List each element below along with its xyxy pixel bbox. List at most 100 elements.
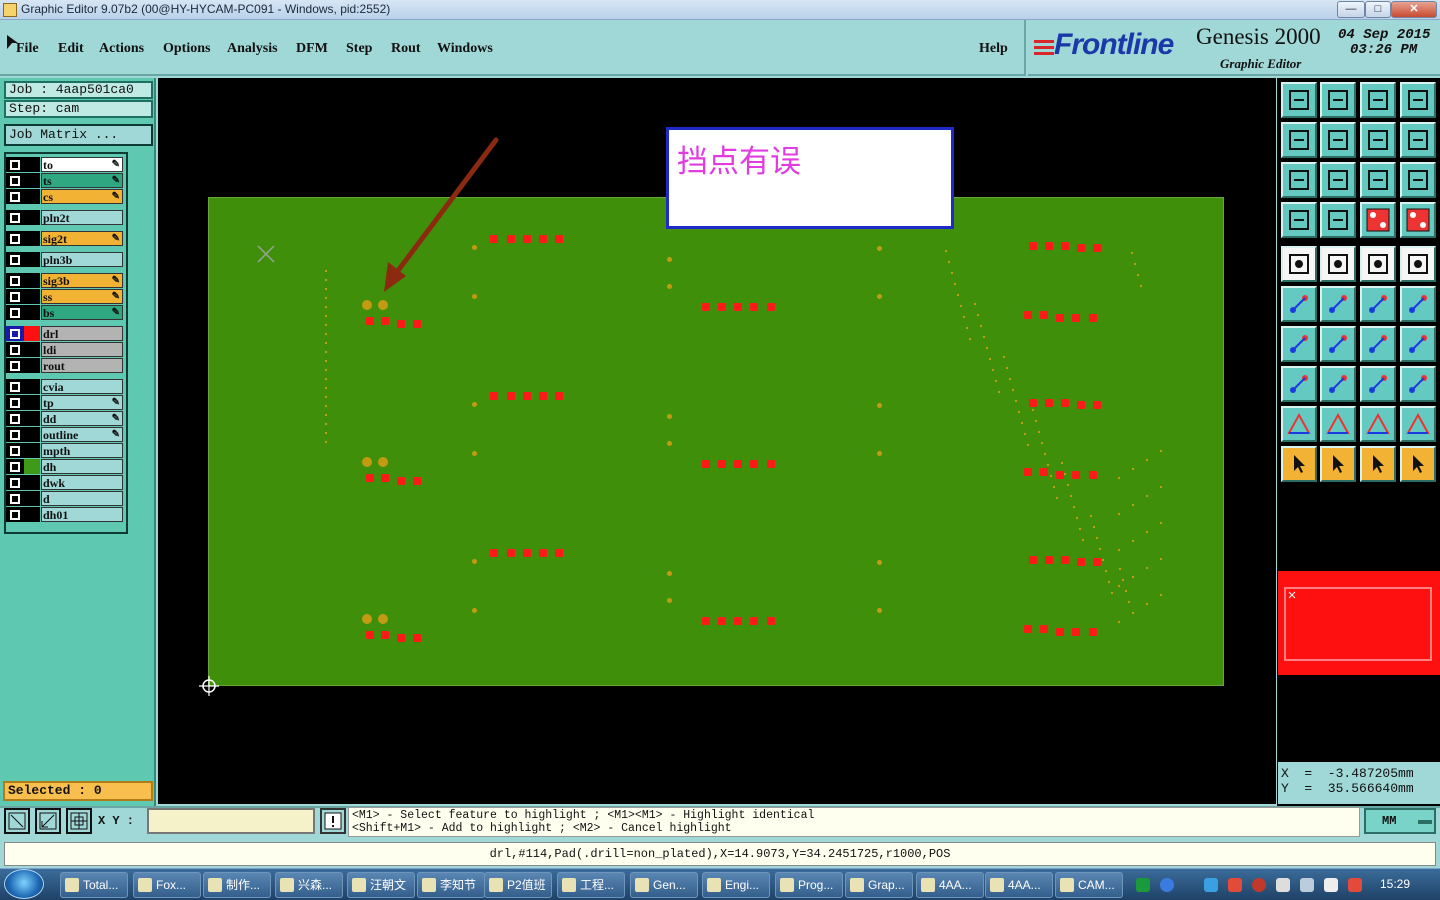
layer-checkbox[interactable] [6,326,24,341]
smd-pad[interactable] [1089,314,1097,322]
layer-color-swatch[interactable] [24,443,40,458]
smd-pad[interactable] [1077,558,1085,566]
tool-text-button[interactable] [1400,326,1436,362]
layer-name[interactable]: outline ✎ [41,427,123,442]
via[interactable] [667,414,672,419]
layer-row-to[interactable]: to ✎ [6,157,124,172]
xy-input[interactable] [147,808,315,834]
smd-pad[interactable] [1077,244,1085,252]
layer-row-ss[interactable]: ss ✎ [6,289,124,304]
menu-step[interactable]: Step [346,41,372,57]
tray-app2-icon[interactable] [1276,878,1290,892]
layer-checkbox[interactable] [6,342,24,357]
layer-checkbox[interactable] [6,289,24,304]
tool-arc-button[interactable] [1360,326,1396,362]
via[interactable] [472,608,477,613]
smd-pad[interactable] [750,303,758,311]
units-select[interactable]: MM [1364,808,1436,834]
menu-edit[interactable]: Edit [58,41,84,57]
menu-dfm[interactable]: DFM [296,41,328,57]
smd-pad[interactable] [1024,311,1032,319]
smd-pad[interactable] [507,392,515,400]
zoom-area-button[interactable] [35,808,61,834]
smd-pad[interactable] [718,460,726,468]
layer-row-tp[interactable]: tp ✎ [6,395,124,410]
menu-windows[interactable]: Windows [437,41,493,57]
smd-pad[interactable] [490,549,498,557]
layer-checkbox[interactable] [6,443,24,458]
taskbar-item[interactable]: Gen... [630,872,698,898]
smd-pad[interactable] [490,392,498,400]
smd-pad[interactable] [523,392,531,400]
smd-pad[interactable] [1093,244,1101,252]
via[interactable] [667,598,672,603]
taskbar-item[interactable]: Grap... [845,872,913,898]
taskbar-item[interactable]: 工程... [557,872,625,898]
tool-triangle-button[interactable] [1281,406,1317,442]
layer-checkbox[interactable] [6,507,24,522]
layer-name[interactable]: pln3b [41,252,123,267]
smd-pad[interactable] [1072,471,1080,479]
smd-pad[interactable] [702,303,710,311]
taskbar-item[interactable]: 汪朝文 [347,872,415,898]
via[interactable] [877,608,882,613]
smd-pad[interactable] [413,634,421,642]
taskbar-item[interactable]: 制作... [203,872,271,898]
taskbar-item[interactable]: 兴森... [275,872,343,898]
via[interactable] [667,284,672,289]
drill-hole[interactable] [378,300,388,310]
via[interactable] [472,402,477,407]
layer-row-ts[interactable]: ts ✎ [6,173,124,188]
via[interactable] [877,560,882,565]
drill-hole[interactable] [362,300,372,310]
tray-volume-icon[interactable] [1324,878,1338,892]
layer-row-dd[interactable]: dd ✎ [6,411,124,426]
via[interactable] [472,559,477,564]
layer-checkbox[interactable] [6,273,24,288]
layer-color-swatch[interactable] [24,289,40,304]
via[interactable] [667,441,672,446]
smd-pad[interactable] [397,320,405,328]
smd-pad[interactable] [767,460,775,468]
smd-pad[interactable] [767,617,775,625]
taskbar-item[interactable]: Total... [60,872,128,898]
menu-help[interactable]: Help [979,41,1008,57]
tool-select-path-button[interactable] [1400,446,1436,482]
layer-checkbox[interactable] [6,358,24,373]
layer-row-dh01[interactable]: dh01 [6,507,124,522]
via[interactable] [667,257,672,262]
layer-color-swatch[interactable] [24,210,40,225]
smd-pad[interactable] [413,320,421,328]
layer-row-d[interactable]: d [6,491,124,506]
tool-line-button[interactable] [1281,326,1317,362]
layer-row-sig2t[interactable]: sig2t ✎ [6,231,124,246]
layer-row-bs[interactable]: bs ✎ [6,305,124,320]
maximize-button[interactable]: □ [1365,1,1391,18]
smd-pad[interactable] [767,303,775,311]
menu-file[interactable]: File [16,41,39,57]
layer-color-swatch[interactable] [24,157,40,172]
tool-snap-button[interactable] [1281,246,1317,282]
layer-name[interactable]: cvia [41,379,123,394]
layer-name[interactable]: cs ✎ [41,189,123,204]
smd-pad[interactable] [1045,242,1053,250]
layer-name[interactable]: mpth [41,443,123,458]
tool-scale-button[interactable] [1360,162,1396,198]
layer-name[interactable]: dh01 [41,507,123,522]
smd-pad[interactable] [523,235,531,243]
tray-app-icon[interactable] [1136,878,1150,892]
layer-color-swatch[interactable] [24,252,40,267]
tray-update-icon[interactable] [1252,878,1266,892]
zoom-fit-button[interactable] [4,808,30,834]
close-button[interactable]: ✕ [1391,1,1437,18]
layer-row-mpth[interactable]: mpth [6,443,124,458]
smd-pad[interactable] [702,460,710,468]
tool-polygon-a-button[interactable] [1320,406,1356,442]
layer-row-rout[interactable]: rout [6,358,124,373]
smd-pad[interactable] [734,617,742,625]
smd-pad[interactable] [397,634,405,642]
tool-help-button[interactable] [1400,162,1436,198]
layer-color-swatch[interactable] [24,305,40,320]
layer-row-dh[interactable]: dh [6,459,124,474]
tool-bar-button[interactable] [1320,366,1356,402]
